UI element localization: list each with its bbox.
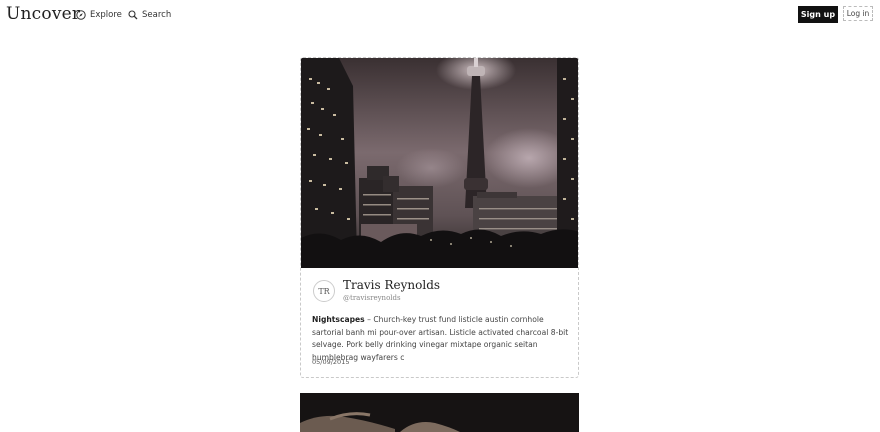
logo[interactable]: Uncover bbox=[6, 4, 80, 24]
nav-search-link[interactable]: Search bbox=[128, 9, 171, 21]
search-icon bbox=[128, 10, 138, 20]
author-name[interactable]: Travis Reynolds bbox=[343, 278, 440, 292]
author-handle: @travisreynolds bbox=[343, 294, 401, 302]
card-date: 05/09/2015 bbox=[312, 358, 350, 366]
nav-explore-label: Explore bbox=[90, 10, 122, 20]
compass-icon bbox=[76, 10, 86, 20]
signup-button[interactable]: Sign up bbox=[798, 6, 838, 23]
next-photo-card[interactable] bbox=[300, 393, 579, 432]
card-description: Nightscapes – Church-key trust fund list… bbox=[312, 314, 570, 364]
next-card-photo[interactable] bbox=[300, 393, 579, 432]
photo-card[interactable]: TR Travis Reynolds @travisreynolds Night… bbox=[300, 57, 579, 378]
top-navbar: Uncover Explore Search Sign up Log in bbox=[0, 0, 880, 30]
card-tag[interactable]: Nightscapes bbox=[312, 315, 365, 324]
login-button[interactable]: Log in bbox=[843, 6, 873, 21]
nav-search-label: Search bbox=[142, 10, 172, 20]
card-photo[interactable] bbox=[301, 58, 579, 268]
avatar[interactable]: TR bbox=[313, 280, 335, 302]
nav-explore-link[interactable]: Explore bbox=[76, 9, 122, 21]
